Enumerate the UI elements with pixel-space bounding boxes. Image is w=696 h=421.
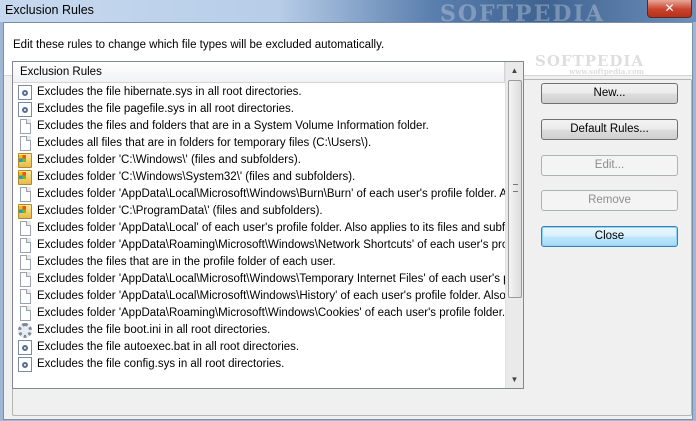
- list-item[interactable]: Excludes folder 'C:\Windows\' (files and…: [13, 152, 505, 169]
- document-icon: [20, 272, 31, 287]
- new-button[interactable]: New...: [541, 83, 678, 104]
- window-title: Exclusion Rules: [5, 3, 94, 17]
- windows-folder-icon: [18, 170, 32, 185]
- exclusion-rules-list[interactable]: Exclusion Rules Excludes the file hibern…: [12, 61, 524, 389]
- list-item[interactable]: Excludes folder 'AppData\Local\Microsoft…: [13, 186, 505, 203]
- document-icon: [20, 306, 31, 321]
- rule-text: Excludes folder 'C:\Windows\System32\' (…: [37, 171, 356, 183]
- list-item[interactable]: Excludes the file hibernate.sys in all r…: [13, 84, 505, 101]
- list-item[interactable]: Excludes the file boot.ini in all root d…: [13, 322, 505, 339]
- instruction-text: Edit these rules to change which file ty…: [13, 39, 385, 51]
- list-item[interactable]: Excludes folder 'AppData\Roaming\Microso…: [13, 305, 505, 322]
- rule-text: Excludes all files that are in folders f…: [37, 137, 372, 149]
- list-item[interactable]: Excludes the file autoexec.bat in all ro…: [13, 339, 505, 356]
- vertical-scrollbar[interactable]: ▲ ▼: [505, 62, 523, 388]
- system-file-icon: [18, 340, 32, 355]
- system-file-icon: [18, 357, 32, 372]
- rule-text: Excludes the file pagefile.sys in all ro…: [37, 103, 294, 115]
- column-header-label: Exclusion Rules: [20, 66, 102, 78]
- list-item[interactable]: Excludes the file pagefile.sys in all ro…: [13, 101, 505, 118]
- document-icon: [20, 136, 31, 151]
- rule-rows: Excludes the file hibernate.sys in all r…: [13, 84, 505, 373]
- list-item[interactable]: Excludes folder 'AppData\Local\Microsoft…: [13, 271, 505, 288]
- rule-text: Excludes the files and folders that are …: [37, 120, 429, 132]
- list-item[interactable]: Excludes all files that are in folders f…: [13, 135, 505, 152]
- softpedia-logo-watermark: SOFTPEDIA www.softpedia.com: [535, 52, 644, 76]
- scroll-down-arrow-icon[interactable]: ▼: [506, 371, 523, 388]
- scrollbar-thumb[interactable]: [508, 80, 522, 298]
- document-icon: [20, 119, 31, 134]
- window-close-button[interactable]: ✕: [647, 0, 692, 18]
- edit-button[interactable]: Edit...: [541, 155, 678, 176]
- document-icon: [20, 289, 31, 304]
- list-item[interactable]: Excludes the file config.sys in all root…: [13, 356, 505, 373]
- rule-text: Excludes folder 'C:\Windows\' (files and…: [37, 154, 301, 166]
- rule-text: Excludes folder 'AppData\Roaming\Microso…: [37, 307, 505, 319]
- rule-text: Excludes the file hibernate.sys in all r…: [37, 86, 302, 98]
- column-header-exclusion-rules[interactable]: Exclusion Rules: [13, 62, 505, 83]
- windows-folder-icon: [18, 204, 32, 219]
- rule-text: Excludes the files that are in the profi…: [37, 256, 336, 268]
- document-icon: [20, 238, 31, 253]
- rule-text: Excludes the file config.sys in all root…: [37, 358, 285, 370]
- list-item[interactable]: Excludes folder 'AppData\Local' of each …: [13, 220, 505, 237]
- close-button[interactable]: Close: [541, 226, 678, 247]
- rule-text: Excludes folder 'C:\ProgramData\' (files…: [37, 205, 323, 217]
- document-icon: [20, 221, 31, 236]
- settings-file-icon: [18, 323, 32, 338]
- rule-text: Excludes folder 'AppData\Local\Microsoft…: [37, 188, 505, 200]
- document-icon: [20, 187, 31, 202]
- list-item[interactable]: Excludes the files that are in the profi…: [13, 254, 505, 271]
- scroll-up-arrow-icon[interactable]: ▲: [506, 62, 523, 79]
- default-rules-button[interactable]: Default Rules...: [541, 119, 678, 140]
- list-item[interactable]: Excludes folder 'AppData\Roaming\Microso…: [13, 237, 505, 254]
- list-item[interactable]: Excludes folder 'C:\ProgramData\' (files…: [13, 203, 505, 220]
- remove-button[interactable]: Remove: [541, 190, 678, 211]
- system-file-icon: [18, 85, 32, 100]
- rule-text: Excludes the file boot.ini in all root d…: [37, 324, 271, 336]
- grip-icon: [513, 184, 518, 192]
- list-item[interactable]: Excludes the files and folders that are …: [13, 118, 505, 135]
- rule-text: Excludes folder 'AppData\Local\Microsoft…: [37, 273, 505, 285]
- document-icon: [20, 255, 31, 270]
- rule-text: Excludes folder 'AppData\Roaming\Microso…: [37, 239, 505, 251]
- list-item[interactable]: Excludes folder 'C:\Windows\System32\' (…: [13, 169, 505, 186]
- title-bar: Exclusion Rules SOFTPEDIA ✕: [0, 0, 696, 27]
- system-file-icon: [18, 102, 32, 117]
- windows-folder-icon: [18, 153, 32, 168]
- rule-text: Excludes folder 'AppData\Local\Microsoft…: [37, 290, 505, 302]
- list-item[interactable]: Excludes folder 'AppData\Local\Microsoft…: [13, 288, 505, 305]
- rule-text: Excludes the file autoexec.bat in all ro…: [37, 341, 300, 353]
- rule-text: Excludes folder 'AppData\Local' of each …: [37, 222, 505, 234]
